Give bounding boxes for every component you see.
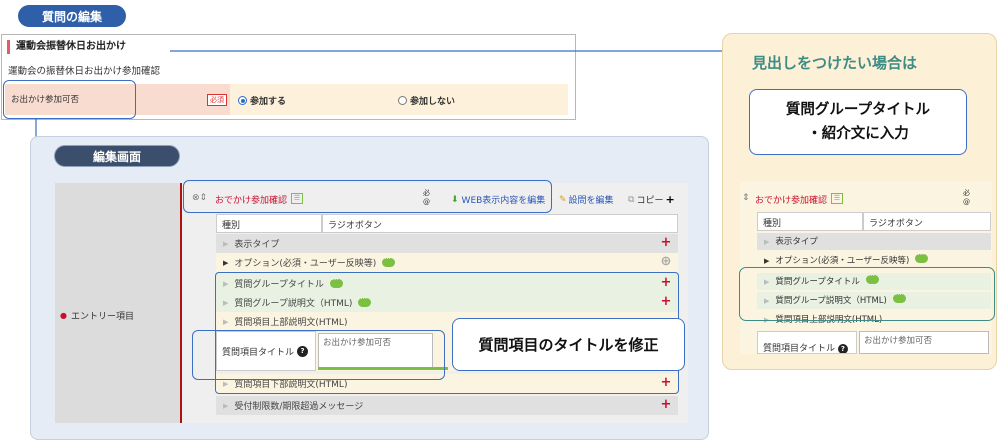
tip-heading: 見出しをつけたい場合は <box>752 54 918 72</box>
row-options[interactable]: ▶ オプション(必須・ユーザー反映等) ⊕ <box>216 253 678 272</box>
mini-item-title-label: 質問項目タイトル <box>763 344 836 354</box>
bullet-icon: ● <box>60 311 67 320</box>
mini-badge-required-char: 必 <box>963 189 970 197</box>
mini-comment-icon <box>915 251 929 263</box>
type-label: 種別 <box>216 214 322 233</box>
row-limit-msg[interactable]: ▶ 受付制限数/期限超過メッセージ + <box>216 396 678 415</box>
mini-badge: 必 @ <box>963 189 970 207</box>
entry-column <box>55 183 180 423</box>
add-icon[interactable]: + <box>660 236 672 249</box>
entry-item-label: エントリー項目 <box>70 312 134 322</box>
setting-edit-label: 設問を編集 <box>568 196 614 206</box>
editor-header-highlight <box>183 180 552 213</box>
mini-expand-arrow-icon: ▶ <box>764 238 770 246</box>
mini-options-label: オプション(必須・ユーザー反映等) <box>775 256 910 266</box>
section-pill-edit-screen: 編集画面 <box>54 145 180 167</box>
tip-callout: 質問グループタイトル ・紹介文に入力 <box>749 89 967 155</box>
tip-callout-line2: ・紹介文に入力 <box>807 126 909 142</box>
row-display-type-label: 表示タイプ <box>234 240 280 250</box>
copy-link[interactable]: ⧉ コピー + <box>628 193 675 206</box>
mini-expand-arrow-icon: ▶ <box>764 257 770 265</box>
mini-item-title-label-cell: 質問項目タイトル ? <box>757 331 857 354</box>
mini-question-name: おでかけ参加確認 <box>755 196 828 206</box>
expand-arrow-icon: ▶ <box>223 239 229 248</box>
setting-edit-link[interactable]: ✎ 設問を編集 <box>559 193 614 207</box>
add-icon[interactable]: + <box>660 398 672 411</box>
mini-badge-at-char: @ <box>963 198 970 206</box>
mini-toggle-icon: ⇕ <box>742 193 750 203</box>
type-value: ラジオボタン <box>322 214 678 233</box>
mini-display-type-label: 表示タイプ <box>775 237 818 247</box>
mini-type-label: 種別 <box>757 212 863 231</box>
copy-label: コピー <box>636 196 664 206</box>
copy-icon: ⧉ <box>628 194 635 205</box>
tip-callout-line1: 質問グループタイトル <box>785 102 931 118</box>
add-disabled-icon: ⊕ <box>660 254 672 269</box>
row-options-label: オプション(必須・ユーザー反映等) <box>234 259 377 269</box>
item-title-highlight <box>192 330 445 380</box>
mini-type-value: ラジオボタン <box>863 212 991 231</box>
mini-list-icon: ☰ <box>831 193 843 204</box>
tip-group-highlight <box>739 267 995 321</box>
mini-item-title-input: お出かけ参加可否 <box>859 331 989 354</box>
expand-arrow-icon: ▶ <box>223 401 229 410</box>
entry-item: ● エントリー項目 <box>60 309 134 322</box>
row-display-type[interactable]: ▶ 表示タイプ + <box>216 234 678 253</box>
comment-icon <box>382 255 396 267</box>
plus-icon: + <box>665 193 675 206</box>
row-limit-msg-label: 受付制限数/期限超過メッセージ <box>234 402 364 412</box>
mini-help-icon: ? <box>837 344 848 353</box>
edit-icon: ✎ <box>559 194 567 205</box>
expand-arrow-icon: ▶ <box>223 258 229 267</box>
mini-row-display-type: ▶ 表示タイプ <box>757 233 991 250</box>
callout-fix-title: 質問項目のタイトルを修正 <box>452 318 685 371</box>
